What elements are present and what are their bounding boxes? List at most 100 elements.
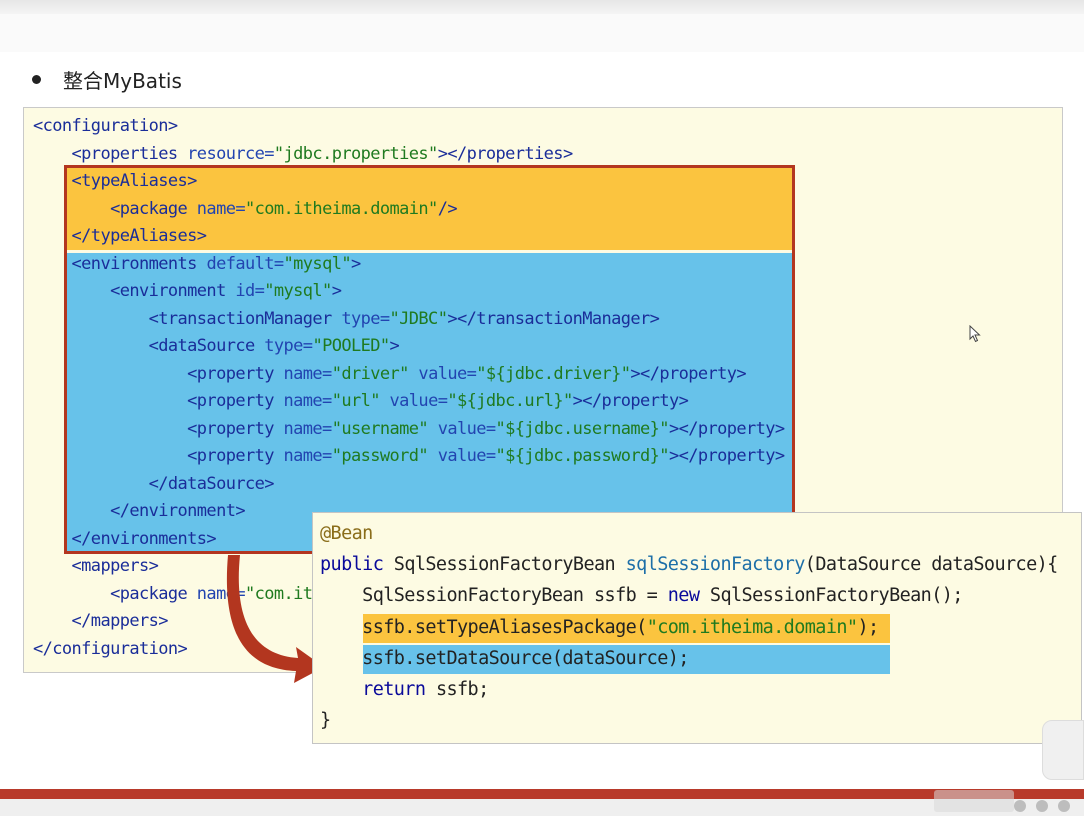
xml-code-line: <environments default="mysql"> bbox=[33, 251, 362, 278]
xml-code-line: </mappers> bbox=[33, 608, 169, 635]
xml-code-token: ></property> bbox=[668, 418, 785, 439]
xml-code-line: <typeAliases> bbox=[33, 168, 198, 195]
xml-code-token: </typeAliases> bbox=[33, 226, 208, 246]
xml-code-token: value= bbox=[408, 363, 477, 384]
xml-code-token: type= bbox=[264, 336, 313, 356]
java-code-token: ssfb.setTypeAliasesPackage( bbox=[320, 616, 647, 638]
xml-code-token: > bbox=[389, 336, 400, 356]
xml-code-token: <package bbox=[33, 583, 197, 604]
xml-code-token: "JDBC" bbox=[389, 308, 448, 329]
xml-code-token: name= bbox=[196, 198, 246, 219]
xml-code-token: "${jdbc.url}" bbox=[447, 391, 573, 411]
xml-code-token: default= bbox=[206, 253, 284, 274]
xml-code-token: /> bbox=[437, 198, 458, 219]
xml-code-token: </mappers> bbox=[33, 611, 169, 631]
xml-code-token: <package bbox=[33, 198, 197, 219]
xml-code-line: </environments> bbox=[33, 526, 217, 553]
xml-code-token: <configuration> bbox=[33, 116, 178, 136]
xml-code-token: value= bbox=[428, 418, 496, 439]
xml-code-token: "com.itheima.domain" bbox=[244, 198, 438, 219]
xml-code-token: <transactionManager bbox=[33, 308, 342, 329]
java-code-token: SqlSessionFactoryBean(); bbox=[709, 585, 964, 607]
xml-code-token: ></property> bbox=[630, 363, 747, 384]
xml-code-token: <environment bbox=[33, 281, 236, 301]
xml-code-token: <dataSource bbox=[33, 336, 265, 356]
xml-code-token: value= bbox=[428, 446, 496, 466]
footer-bar bbox=[0, 799, 1084, 816]
footer-red-bar bbox=[0, 789, 1084, 799]
xml-code-token: "${jdbc.password}" bbox=[495, 446, 670, 466]
xml-code-line: <properties resource="jdbc.properties"><… bbox=[33, 141, 574, 168]
slide-bullet: 整合MyBatis bbox=[32, 64, 182, 94]
java-code-token: sqlSessionFactory bbox=[625, 554, 806, 576]
java-code-line: @Bean bbox=[320, 518, 373, 549]
xml-code-token: "mysql" bbox=[283, 253, 352, 274]
xml-code-token: resource= bbox=[187, 143, 274, 164]
xml-code-token: "POOLED" bbox=[312, 336, 390, 356]
xml-code-token: </environments> bbox=[33, 528, 217, 549]
xml-code-line: <property name="driver" value="${jdbc.dr… bbox=[33, 361, 746, 388]
xml-code-line: <property name="username" value="${jdbc.… bbox=[33, 416, 785, 443]
xml-code-line: <mappers> bbox=[33, 553, 159, 580]
java-code-token: ssfb; bbox=[435, 679, 489, 700]
xml-code-token: > bbox=[331, 281, 342, 301]
java-code-line: } bbox=[320, 705, 331, 736]
xml-code-line: <package name="com.itheima.domain"/> bbox=[33, 196, 457, 223]
bullet-dot-icon bbox=[32, 74, 41, 84]
xml-code-token: type= bbox=[341, 308, 390, 329]
java-code-token: SqlSessionFactoryBean bbox=[393, 554, 626, 576]
xml-code-line: <property name="password" value="${jdbc.… bbox=[33, 443, 785, 470]
mouse-cursor-icon bbox=[969, 325, 981, 343]
xml-code-token: value= bbox=[379, 391, 448, 411]
xml-code-token: name= bbox=[283, 418, 333, 439]
java-code-token: (DataSource dataSource){ bbox=[804, 554, 1059, 576]
java-code-token: } bbox=[320, 710, 331, 732]
xml-code-token: "password" bbox=[331, 446, 429, 466]
xml-code-token: ></property> bbox=[668, 446, 785, 466]
xml-code-token: name= bbox=[283, 446, 333, 466]
xml-code-token: </dataSource> bbox=[33, 473, 275, 494]
java-code-line: ssfb.setDataSource(dataSource); bbox=[320, 643, 689, 674]
xml-code-token: ></properties> bbox=[437, 143, 573, 164]
java-code-line: SqlSessionFactoryBean ssfb = new SqlSess… bbox=[320, 580, 963, 611]
xml-code-line: <transactionManager type="JDBC"></transa… bbox=[33, 306, 660, 333]
xml-code-token: "jdbc.properties" bbox=[273, 143, 438, 164]
java-code-line: return ssfb; bbox=[320, 674, 489, 705]
xml-code-token: <environments bbox=[33, 253, 207, 274]
xml-code-token: ></transactionManager> bbox=[447, 308, 660, 329]
java-code-token: SqlSessionFactoryBean ssfb = bbox=[320, 585, 668, 607]
slide-header-band bbox=[0, 14, 1084, 52]
xml-code-line: <configuration> bbox=[33, 113, 178, 140]
java-code-token: public bbox=[320, 554, 394, 576]
xml-code-token: <property bbox=[33, 446, 284, 466]
xml-code-token: <typeAliases> bbox=[33, 171, 198, 191]
xml-code-token: <property bbox=[33, 391, 284, 411]
xml-code-token: "mysql" bbox=[264, 281, 332, 301]
logo-watermark-icon bbox=[934, 790, 1070, 812]
xml-code-token: </environment> bbox=[33, 501, 245, 521]
xml-code-line: <environment id="mysql"> bbox=[33, 278, 342, 305]
xml-code-token: ></property> bbox=[572, 391, 689, 411]
xml-code-token: id= bbox=[235, 281, 265, 301]
java-code-line: ssfb.setTypeAliasesPackage("com.itheima.… bbox=[320, 612, 879, 643]
corner-widget[interactable] bbox=[1042, 720, 1084, 780]
xml-code-token: "driver" bbox=[331, 363, 410, 384]
xml-code-token: name= bbox=[283, 391, 333, 411]
xml-code-token: </configuration> bbox=[33, 638, 188, 659]
xml-code-token: <property bbox=[33, 418, 284, 439]
java-code-token: ); bbox=[857, 616, 879, 638]
xml-code-token: <property bbox=[33, 363, 284, 384]
xml-code-line: </typeAliases> bbox=[33, 223, 208, 250]
xml-code-token: "url" bbox=[331, 391, 381, 411]
top-title-strip bbox=[0, 0, 1084, 14]
java-code-token bbox=[320, 679, 362, 700]
xml-code-line: </environment> bbox=[33, 498, 245, 525]
java-code-token: return bbox=[362, 679, 436, 700]
java-code-token: @Bean bbox=[320, 523, 373, 544]
xml-code-token: "${jdbc.driver}" bbox=[476, 363, 631, 384]
xml-code-token: <properties bbox=[33, 143, 188, 164]
xml-code-token: "username" bbox=[331, 418, 429, 439]
xml-code-token: name= bbox=[283, 363, 333, 384]
bullet-title: 整合MyBatis bbox=[63, 68, 182, 93]
java-code-token: ssfb.setDataSource(dataSource); bbox=[320, 647, 689, 669]
